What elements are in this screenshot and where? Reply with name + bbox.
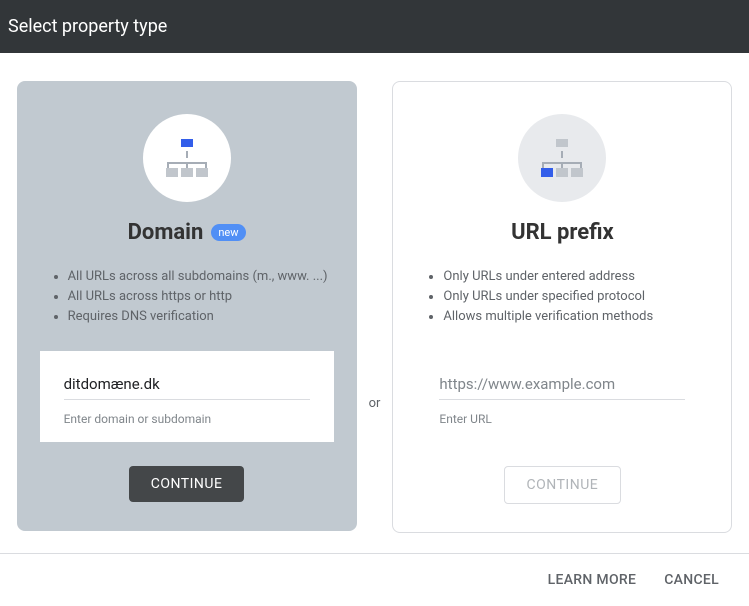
- domain-input-box: Enter domain or subdomain: [40, 351, 334, 442]
- url-prefix-input[interactable]: [439, 369, 685, 400]
- or-separator: or: [369, 396, 381, 411]
- cancel-button[interactable]: CANCEL: [664, 572, 719, 588]
- list-item: Allows multiple verification methods: [443, 307, 709, 327]
- sitemap-icon: [166, 139, 208, 177]
- list-item: Requires DNS verification: [68, 307, 334, 327]
- domain-icon-circle: [143, 114, 231, 202]
- domain-continue-button[interactable]: CONTINUE: [129, 466, 245, 502]
- domain-input[interactable]: [64, 369, 310, 400]
- url-prefix-bullet-list: Only URLs under entered address Only URL…: [415, 267, 709, 327]
- domain-input-helper: Enter domain or subdomain: [64, 412, 310, 426]
- url-prefix-continue-button[interactable]: CONTINUE: [504, 466, 622, 504]
- learn-more-button[interactable]: LEARN MORE: [548, 572, 637, 588]
- list-item: All URLs across https or http: [68, 287, 334, 307]
- url-prefix-input-helper: Enter URL: [439, 412, 685, 426]
- list-item: All URLs across all subdomains (m., www.…: [68, 267, 334, 287]
- dialog-header: Select property type: [0, 0, 749, 53]
- domain-bullet-list: All URLs across all subdomains (m., www.…: [40, 267, 334, 327]
- sitemap-icon: [541, 139, 583, 177]
- url-prefix-card[interactable]: URL prefix Only URLs under entered addre…: [392, 81, 732, 533]
- url-prefix-input-box: Enter URL: [415, 351, 709, 442]
- list-item: Only URLs under entered address: [443, 267, 709, 287]
- url-prefix-title-row: URL prefix: [511, 220, 614, 245]
- url-prefix-title: URL prefix: [511, 220, 614, 245]
- new-badge: new: [211, 224, 245, 241]
- dialog-title: Select property type: [8, 16, 167, 37]
- domain-card[interactable]: Domain new All URLs across all subdomain…: [17, 81, 357, 531]
- content-area: Domain new All URLs across all subdomain…: [0, 53, 749, 553]
- domain-title-row: Domain new: [128, 220, 246, 245]
- domain-title: Domain: [128, 220, 204, 245]
- url-prefix-icon-circle: [518, 114, 606, 202]
- dialog-footer: LEARN MORE CANCEL: [0, 553, 749, 606]
- list-item: Only URLs under specified protocol: [443, 287, 709, 307]
